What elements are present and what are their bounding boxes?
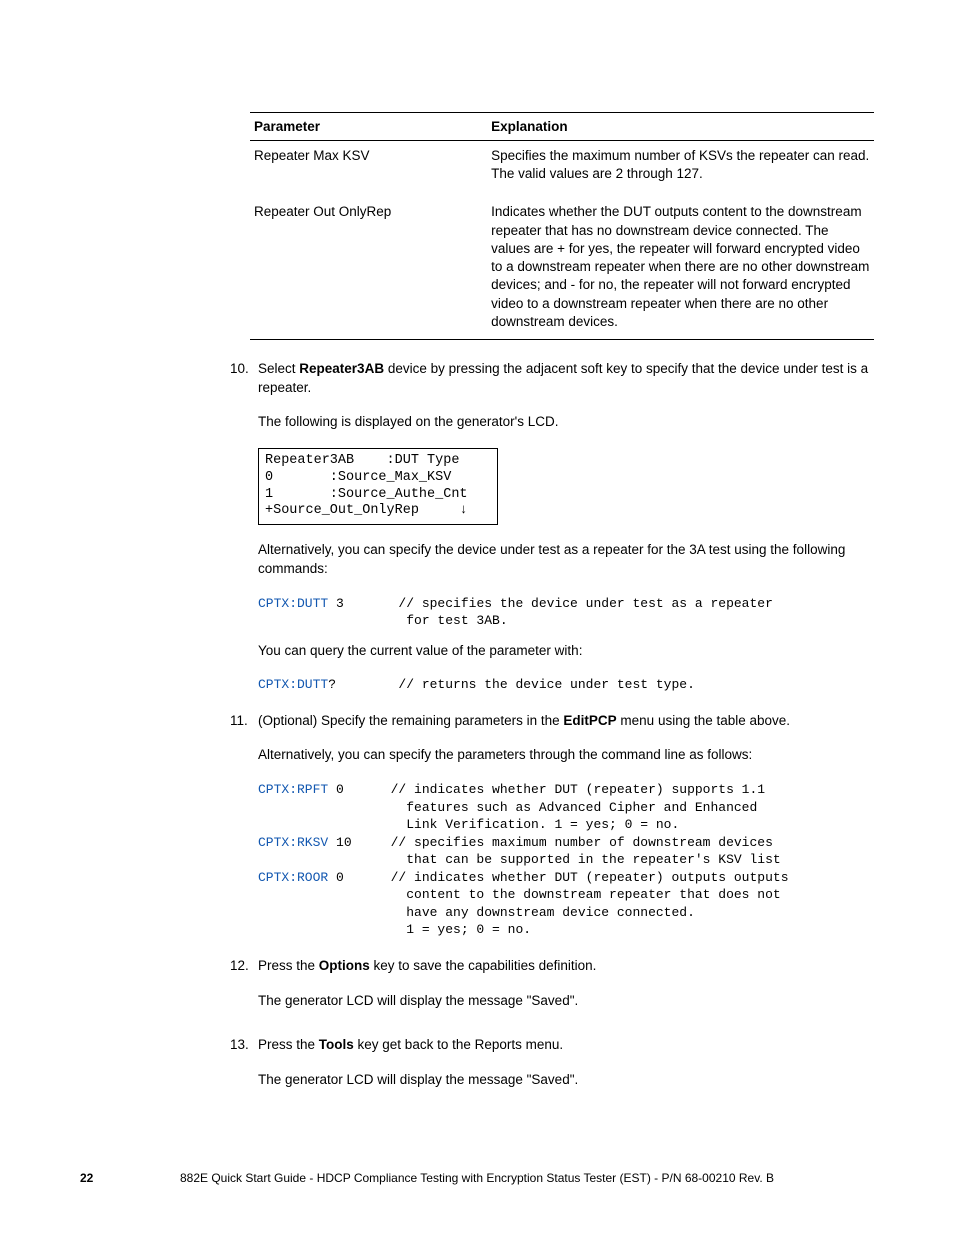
command-keyword: CPTX:DUTT — [258, 596, 328, 611]
step-13: 13. Press the Tools key get back to the … — [230, 1036, 874, 1089]
step-text: (Optional) Specify the remaining paramet… — [258, 712, 874, 731]
parameter-table: Parameter Explanation Repeater Max KSV S… — [250, 112, 874, 340]
command-keyword: CPTX:RPFT — [258, 782, 328, 797]
step-number: 12. — [230, 957, 249, 976]
step-text: Alternatively, you can specify the devic… — [258, 541, 874, 578]
table-row: Repeater Max KSV Specifies the maximum n… — [250, 141, 874, 198]
step-text: Press the Tools key get back to the Repo… — [258, 1036, 874, 1055]
table-row: Repeater Out OnlyRep Indicates whether t… — [250, 197, 874, 339]
cell-expl: Specifies the maximum number of KSVs the… — [487, 141, 874, 198]
header-parameter: Parameter — [250, 113, 487, 141]
page-number: 22 — [80, 1171, 93, 1185]
page-footer: 22 882E Quick Start Guide - HDCP Complia… — [0, 1171, 954, 1185]
lcd-display: Repeater3AB :DUT Type 0 :Source_Max_KSV … — [258, 448, 498, 526]
step-text: You can query the current value of the p… — [258, 642, 874, 661]
cell-param: Repeater Max KSV — [250, 141, 487, 198]
step-text: Press the Options key to save the capabi… — [258, 957, 874, 976]
step-number: 11. — [230, 712, 248, 731]
command-block: CPTX:RPFT 0 // indicates whether DUT (re… — [258, 781, 874, 939]
step-text: The following is displayed on the genera… — [258, 413, 874, 432]
command-keyword: CPTX:ROOR — [258, 870, 328, 885]
step-text: Alternatively, you can specify the param… — [258, 746, 874, 765]
header-explanation: Explanation — [487, 113, 874, 141]
step-10: 10. Select Repeater3AB device by pressin… — [230, 360, 874, 694]
step-11: 11. (Optional) Specify the remaining par… — [230, 712, 874, 939]
cell-expl: Indicates whether the DUT outputs conten… — [487, 197, 874, 339]
command-block: CPTX:DUTT 3 // specifies the device unde… — [258, 595, 874, 630]
step-number: 13. — [230, 1036, 249, 1055]
step-text: The generator LCD will display the messa… — [258, 992, 874, 1011]
footer-text: 882E Quick Start Guide - HDCP Compliance… — [0, 1171, 954, 1185]
command-keyword: CPTX:DUTT — [258, 677, 328, 692]
command-block: CPTX:DUTT? // returns the device under t… — [258, 676, 874, 694]
cell-param: Repeater Out OnlyRep — [250, 197, 487, 339]
command-keyword: CPTX:RKSV — [258, 835, 328, 850]
step-text: Select Repeater3AB device by pressing th… — [258, 360, 874, 397]
step-number: 10. — [230, 360, 249, 379]
step-12: 12. Press the Options key to save the ca… — [230, 957, 874, 1010]
step-text: The generator LCD will display the messa… — [258, 1071, 874, 1090]
